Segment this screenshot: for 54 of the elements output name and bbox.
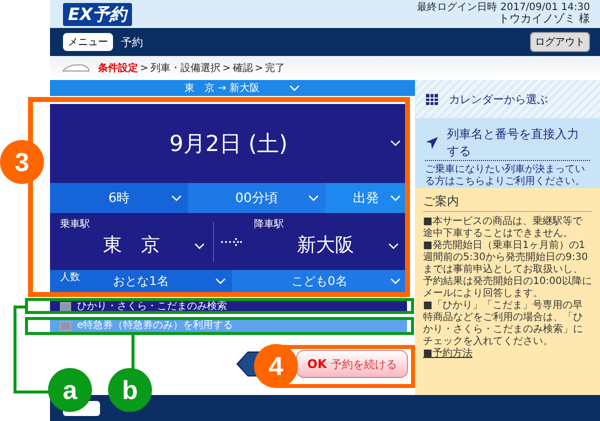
chevron-icon — [215, 278, 226, 285]
breadcrumb-separator: > — [254, 62, 264, 74]
calendar-icon — [425, 92, 439, 106]
breadcrumb-separator: > — [140, 62, 148, 74]
logout-button[interactable]: ログアウト — [530, 32, 590, 52]
children-select[interactable]: こども0名 — [232, 270, 407, 293]
breadcrumb-step: 列車・設備選択 — [150, 61, 220, 75]
departure-mode-select[interactable]: 出発 — [325, 183, 407, 213]
annotation-badge: 4 — [254, 344, 298, 388]
chevron-icon — [390, 278, 401, 285]
field-label: 乗車駅 — [60, 218, 90, 231]
chevron-icon — [308, 194, 319, 202]
field-label: 降車駅 — [254, 218, 284, 231]
date-select[interactable]: 9月2日 (土) — [50, 104, 407, 183]
chevron-icon — [388, 243, 399, 250]
info-text: ■「ひかり」「こだま」号専用の早特商品などをご利用の場合は、「ひかり・さくら・こだまのみ検索」にチェックを入れてください。 — [423, 300, 584, 348]
leader-line — [132, 335, 134, 370]
info-text: ■本サービスの商品は、乗継駅等で途中下車することはできません。 — [423, 216, 584, 240]
page-title: 予約 — [121, 34, 144, 50]
chevron-icon — [289, 84, 300, 92]
logo[interactable]: EX予約 — [63, 2, 132, 26]
chevron-icon — [390, 194, 401, 202]
user-name: トウカイノゾミ 様 — [498, 13, 590, 26]
arrival-station-select[interactable]: 新大阪 — [297, 232, 354, 258]
booking-guide-link[interactable]: ■予約方法 — [423, 348, 472, 360]
adults-select[interactable]: おとな1名 — [113, 273, 169, 290]
annotation-badge: b — [108, 368, 152, 412]
annotation-badge: a — [48, 368, 92, 412]
dotted-arrow-icon — [220, 236, 244, 246]
last-login-text: 最終ログイン日時 2017/09/01 14:30 — [417, 2, 590, 14]
chevron-icon — [390, 140, 401, 147]
calendar-link[interactable]: カレンダーから選ぶ — [415, 80, 600, 118]
checkbox[interactable] — [60, 320, 71, 330]
chevron-icon — [171, 194, 182, 202]
breadcrumb-step: 確認 — [232, 61, 253, 75]
annotation-badge: 3 — [0, 140, 44, 184]
menu-button[interactable]: メニュー — [63, 33, 113, 51]
chevron-icon — [194, 243, 205, 250]
continue-button[interactable]: OK 予約を続ける — [296, 350, 408, 378]
hour-select[interactable]: 6時 — [50, 183, 188, 213]
train-number-link[interactable]: 列車名と番号を直接入力する — [447, 126, 590, 160]
breadcrumb-separator: > — [222, 62, 231, 74]
route-summary[interactable]: 東 京 → 新大阪 — [184, 81, 260, 95]
breadcrumb-step: 完了 — [265, 61, 286, 75]
departure-station-select[interactable]: 東 京 — [103, 232, 160, 258]
train-icon — [62, 63, 90, 73]
arrow-pointer-icon — [425, 136, 439, 150]
field-label: 人数 — [60, 271, 80, 284]
info-title: ご案内 — [423, 194, 592, 212]
breadcrumb-step: 条件設定 — [98, 61, 138, 75]
checkbox[interactable] — [60, 302, 71, 312]
info-text: ■発売開始日（乗車日1ヶ月前）の1週間前の5:30から発売開始日の9:30までは事前申込としてお取扱いし、予約結果は発売開始日の10:00以降にメールにより回答します。 — [423, 240, 592, 300]
train-number-description: ご乗車になりたい列車が決まっている方はこちらよりご利用ください。 — [425, 164, 586, 188]
minute-select[interactable]: 00分頃 — [188, 183, 325, 213]
